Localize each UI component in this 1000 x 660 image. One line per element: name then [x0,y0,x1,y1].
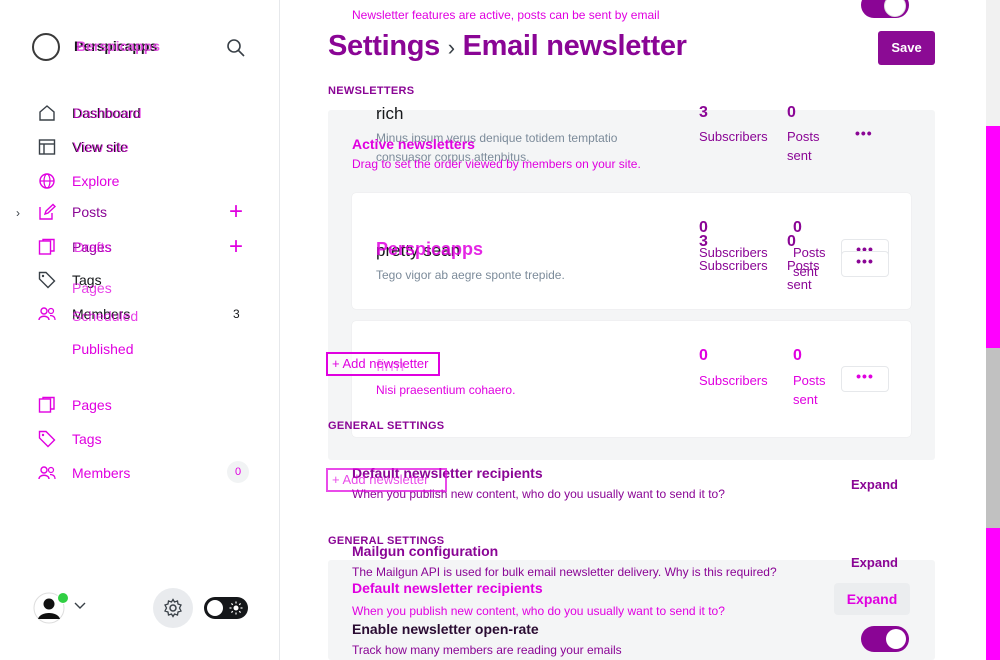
ghost-drafts: Drafts [74,239,112,255]
subscribers-label: Subscribers [699,373,768,388]
site-name[interactable]: Perspicapps Berspicapps [74,38,161,54]
subscribers-label: Subscribers [699,129,768,144]
newsletter-name[interactable]: rich [376,104,403,124]
ghost-pages-overlap: Pages [72,280,112,296]
nav-posts-label: Posts [72,204,108,220]
browser-icon [38,138,56,156]
open-rate-toggle[interactable] [861,626,909,652]
toggle-knob [884,0,906,17]
plus-icon: + [332,356,340,371]
plus-icon[interactable]: + [229,200,243,224]
expand-button[interactable]: Expand [851,555,898,570]
theme-toggle[interactable] [204,597,248,619]
pages-icon [38,396,56,414]
subscribers-count: 3 [699,104,708,121]
more-icon[interactable]: ••• [855,125,873,141]
more-icon[interactable]: ••• [841,366,889,392]
subscribers-label-ghost: Subscribers [699,258,768,273]
scrollbar-segment [986,528,1000,660]
gear-icon [163,598,183,618]
nav-explore-label: Explore [72,173,120,189]
nav-members-2-label: Members [72,465,131,481]
more-icon[interactable]: ••• [841,251,889,277]
tag-icon [38,430,56,448]
breadcrumb-current: Email newsletter [462,30,687,62]
general-settings-heading: GENERAL SETTINGS [328,420,445,432]
setting-title: Mailgun configuration [352,543,499,559]
active-newsletters-heading: Active newsletters [352,136,475,152]
subscribers-count: 0 [699,347,708,364]
breadcrumb-separator-icon: › [447,35,455,60]
setting-title: Enable newsletter open-rate [352,621,539,637]
sidebar: Perspicapps Berspicapps Dashboard Dashbo… [0,0,280,660]
settings-button[interactable] [153,588,193,628]
tag-icon [38,271,56,289]
members-icon [38,305,56,323]
sun-icon [229,601,243,615]
page-title: Settings › Email newsletter [328,30,687,63]
ghost-scheduled: Scheduled [72,308,139,324]
posts-sent-count: 0 [793,347,802,364]
plus-icon[interactable]: + [229,235,243,259]
members-count-badge: 0 [227,461,249,483]
online-status-dot [57,592,69,604]
add-newsletter-label: Add newsletter [342,356,429,371]
newsletter-features-toggle[interactable] [861,0,909,18]
site-name-ghost: Berspicapps [76,38,161,54]
posts-sent-label: Posts sent [793,373,826,407]
setting-description: The Mailgun API is used for bulk email n… [352,565,777,579]
newsletter-description: Nisi praesentium cohaero. [376,383,516,397]
newsletter-active-banner: Newsletter features are active, posts ca… [352,8,660,22]
posts-sent-label: Posts sent [787,129,820,163]
scrollbar-segment [986,126,1000,348]
members-icon [38,464,56,482]
plus-icon: + [332,472,340,487]
globe-icon [38,172,56,190]
search-icon[interactable] [226,38,246,58]
newsletter-description: Tego vigor ab aegre sponte trepide. [376,268,565,282]
expand-button[interactable]: Expand [834,583,910,615]
nav-published[interactable]: Published [72,341,134,357]
chevron-right-icon[interactable]: › [16,206,20,220]
pages-icon [38,238,56,256]
add-newsletter-button[interactable]: + Add newsletter [326,352,440,376]
main-content: Newsletter features are active, posts ca… [280,0,1000,660]
members-count: 3 [233,307,240,321]
save-button[interactable]: Save [878,31,935,65]
add-newsletter-label: Add newsletter [342,472,429,487]
posts-sent-label-ghost: Posts sent [787,258,820,292]
home-icon [38,104,56,122]
nav-tags-2-label: Tags [72,431,102,447]
setting-title-ghost: Default newsletter recipients [352,580,543,596]
ghost-dashboard: Dashboard [73,105,142,121]
setting-description: Track how many members are reading your … [352,643,622,657]
add-newsletter-button-ghost[interactable]: + Add newsletter [326,468,447,492]
chevron-down-icon[interactable] [74,601,86,611]
active-newsletters-subtitle: Drag to set the order viewed by members … [352,157,641,171]
scrollbar-thumb[interactable] [986,348,1000,528]
breadcrumb-settings[interactable]: Settings [328,30,440,62]
posts-sent-count: 0 [787,104,796,121]
toggle-knob [207,600,223,616]
pencil-icon [38,203,56,221]
site-logo[interactable] [32,33,60,61]
newsletters-section-heading: NEWSLETTERS [328,85,415,97]
ghost-view-site: View site [73,139,129,155]
toggle-knob [886,629,906,649]
expand-button[interactable]: Expand [851,477,898,492]
newsletter-name-ghost: Perspicapps [376,239,484,259]
setting-description-ghost: When you publish new content, who do you… [352,604,725,618]
nav-pages-2-label: Pages [72,397,112,413]
